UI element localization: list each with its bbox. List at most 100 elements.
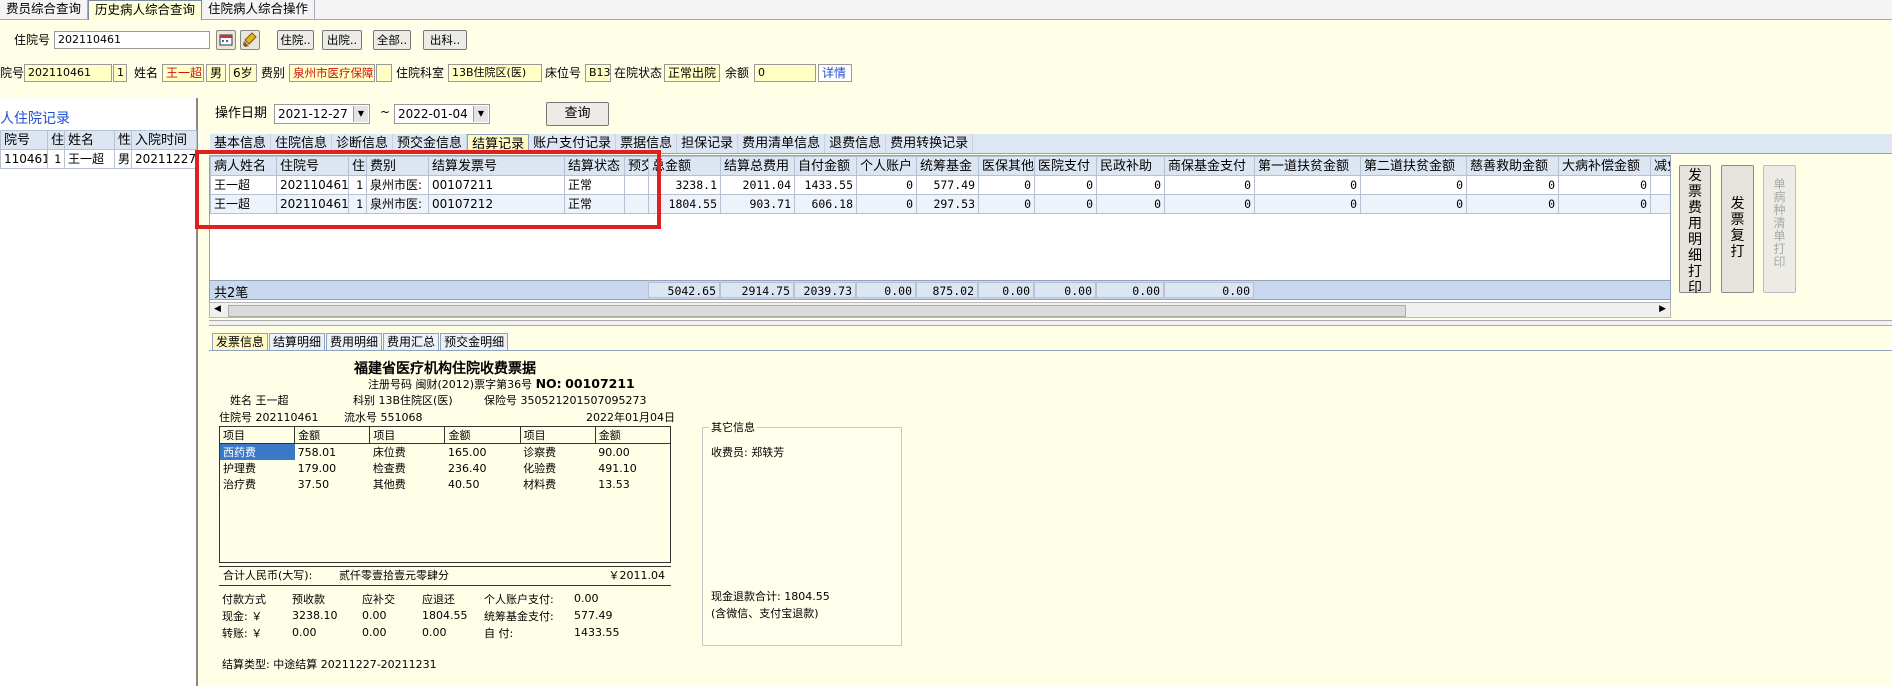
col-header-no[interactable]: 院号	[0, 130, 48, 150]
footer-total-cell: 0.00	[1096, 282, 1164, 298]
date-from-picker[interactable]: 2021-12-27 ▼	[274, 104, 370, 124]
cell-19: 0	[1558, 194, 1651, 214]
total-label: 合计人民币(大写):	[223, 569, 313, 582]
receipt-inpatient-no: 住院号 202110461	[219, 411, 319, 424]
footer-total-cell: 2039.73	[794, 282, 856, 298]
col-header-11[interactable]: 统筹基金	[916, 156, 979, 176]
cell-9: 1433.55	[794, 175, 857, 195]
section-tab-8[interactable]: 费用清单信息	[738, 134, 826, 153]
item-cell: 其他费	[372, 477, 406, 491]
col-header-17[interactable]: 第二道扶贫金额	[1360, 156, 1467, 176]
col-header-20[interactable]: 减免	[1650, 156, 1670, 176]
col-header-admit-date[interactable]: 入院时间	[131, 130, 197, 150]
item-cell: 13.53	[598, 477, 630, 491]
discharge-button[interactable]: 出院..	[322, 30, 362, 50]
single-disease-print-label: 单病种清单打印	[1773, 177, 1786, 269]
history-records-table: 院号 住 姓名 性 入院时间 110461 1 王一超 男 20211227	[0, 130, 197, 169]
query-button[interactable]: 查询	[546, 102, 609, 126]
pay-cell: 付款方式	[222, 592, 266, 606]
single-disease-print-button[interactable]: 单病种清单打印	[1763, 165, 1796, 293]
tab-fee-query[interactable]: 费员综合查询	[0, 0, 89, 19]
cell-12: 0	[978, 175, 1035, 195]
invoice-detail-print-label: 发票费用明细打印	[1688, 168, 1702, 296]
col-header-sex[interactable]: 性	[114, 130, 132, 150]
inpatient-no-input[interactable]: 202110461	[54, 31, 210, 49]
cell-sex: 男	[114, 149, 132, 169]
horizontal-scrollbar[interactable]: ◀ ▶	[209, 302, 1671, 318]
item-header-3: 金额	[444, 426, 521, 444]
left-panel: 人住院记录 院号 住 姓名 性 入院时间 110461 1 王一超 男 2021…	[0, 98, 198, 686]
col-header-14[interactable]: 民政补助	[1096, 156, 1165, 176]
receipt-insurance: 保险号 350521201507095273	[484, 394, 647, 407]
dept-field: 13B住院区(医)	[448, 64, 542, 82]
pay-cell: 自 付:	[484, 626, 514, 640]
cell-20	[1650, 194, 1670, 214]
dept-label: 住院科室	[396, 66, 445, 80]
bed-label: 床位号	[545, 66, 582, 80]
receipt-total-row: 合计人民币(大写): 贰仟零壹拾壹元零肆分 ￥2011.04	[219, 566, 671, 586]
history-records-title: 人住院记录	[0, 111, 70, 127]
settlement-footer: 共2笔 5042.65 2914.75 2039.73 0.00 875.02 0.00 0…	[209, 280, 1671, 301]
balance-field: 0	[754, 64, 816, 82]
cell-8: 2011.04	[720, 175, 795, 195]
receipt-items-table: 项目 金额 项目 金额 项目 金额 西药费 758.01 床位费 165.00 诊察费 90.00 护理…	[218, 426, 672, 563]
date-to-picker[interactable]: 2022-01-04 ▼	[394, 104, 490, 124]
total-value: ￥2011.04	[608, 569, 666, 582]
inpatient-button[interactable]: 住院..	[277, 30, 314, 50]
bed-field: B132	[585, 64, 611, 82]
col-header-8[interactable]: 结算总费用	[720, 156, 795, 176]
receipt-dept: 科别 13B住院区(医)	[353, 394, 453, 407]
col-header-times[interactable]: 住	[47, 130, 65, 150]
bottom-tab-1[interactable]: 结算明细	[269, 333, 326, 350]
scroll-right-icon[interactable]: ▶	[1659, 304, 1666, 314]
receipt-reg-no: 注册号码 闽财(2012)票字第36号 NO: 00107211	[368, 376, 635, 391]
tab-history-patient-query[interactable]: 历史病人综合查询	[88, 0, 203, 20]
calendar-icon[interactable]	[216, 30, 236, 50]
scroll-thumb[interactable]	[228, 305, 1406, 317]
footer-total-cell: 0.00	[1164, 282, 1254, 298]
col-header-15[interactable]: 商保基金支付	[1164, 156, 1255, 176]
invoice-detail-print-button[interactable]: 发票费用明细打印	[1679, 165, 1711, 296]
all-button[interactable]: 全部..	[373, 30, 411, 50]
broom-icon[interactable]	[240, 30, 260, 50]
col-header-name[interactable]: 姓名	[64, 130, 115, 150]
col-header-12[interactable]: 医保其他	[978, 156, 1035, 176]
cell-17: 0	[1360, 194, 1467, 214]
item-cell: 179.00	[297, 461, 337, 475]
col-header-19[interactable]: 大病补偿金额	[1558, 156, 1651, 176]
col-header-16[interactable]: 第一道扶贫金额	[1254, 156, 1361, 176]
chevron-down-icon[interactable]: ▼	[473, 106, 488, 122]
col-header-18[interactable]: 慈善救助金额	[1466, 156, 1559, 176]
cell-18: 0	[1466, 175, 1559, 195]
bottom-tab-0[interactable]: 发票信息	[212, 333, 269, 350]
section-tab-10[interactable]: 费用转换记录	[886, 134, 974, 153]
chevron-down-icon[interactable]: ▼	[353, 106, 368, 122]
tab-inpatient-operation[interactable]: 住院病人综合操作	[202, 0, 316, 19]
pay-cell: 应退还	[422, 592, 455, 606]
refund-note: (含微信、支付宝退款)	[711, 607, 819, 620]
item-row: 治疗费 37.50 其他费 40.50 材料费 13.53	[220, 476, 671, 492]
item-cell: 床位费	[372, 445, 406, 459]
section-tab-9[interactable]: 退费信息	[825, 134, 887, 153]
col-header-9[interactable]: 自付金额	[794, 156, 857, 176]
bottom-tab-4[interactable]: 预交金明细	[440, 333, 509, 350]
cell-15: 0	[1164, 194, 1255, 214]
invoice-reprint-button[interactable]: 发票复打	[1721, 165, 1754, 293]
col-header-10[interactable]: 个人账户	[856, 156, 917, 176]
status-field: 正常出院	[664, 64, 720, 82]
detail-link[interactable]: 详情	[818, 64, 852, 82]
cell-10: 0	[856, 175, 917, 195]
out-dept-button[interactable]: 出科..	[423, 30, 467, 50]
bottom-tab-2[interactable]: 费用明细	[326, 333, 383, 350]
bottom-tab-3[interactable]: 费用汇总	[383, 333, 440, 350]
cell-9: 606.18	[794, 194, 857, 214]
cell-14: 0	[1096, 194, 1165, 214]
scroll-left-icon[interactable]: ◀	[214, 304, 221, 314]
status-label: 在院状态	[614, 66, 663, 80]
receipt-panel: 福建省医疗机构住院收费票据 注册号码 闽财(2012)票字第36号 NO: 00…	[216, 356, 676, 686]
section-tab-7[interactable]: 担保记录	[677, 134, 739, 153]
splitter[interactable]	[209, 320, 1892, 326]
table-row[interactable]: 110461 1 王一超 男 20211227	[0, 149, 197, 169]
col-header-13[interactable]: 医院支付	[1034, 156, 1097, 176]
item-row: 西药费 758.01 床位费 165.00 诊察费 90.00	[219, 443, 671, 460]
